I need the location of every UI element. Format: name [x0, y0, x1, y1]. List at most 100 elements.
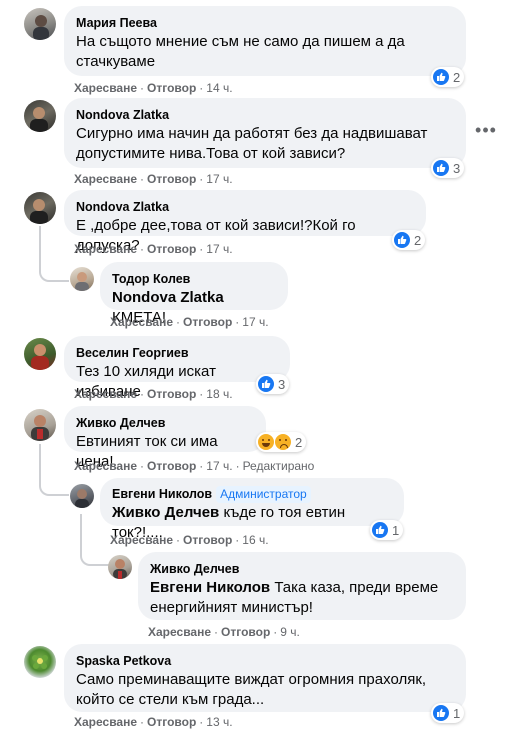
mention-link[interactable]: Nondova Zlatka: [112, 289, 224, 306]
reaction-count: 2: [453, 69, 461, 85]
comment-actions: Харесване · Отговор · 13 ч.: [74, 715, 233, 729]
comment-bubble: Nondova Zlatka Е ,добре дее,това от кой …: [64, 190, 426, 254]
comment-actions: Харесване · Отговор · 17 ч.: [74, 242, 233, 256]
avatar[interactable]: [108, 555, 132, 579]
comment-time[interactable]: 13 ч.: [206, 715, 232, 729]
reply-button[interactable]: Отговор: [147, 459, 196, 473]
avatar[interactable]: [24, 192, 56, 224]
user-photo-icon: [31, 344, 49, 370]
reply-bubble: Живко Делчев Евгени Николов Така каза, п…: [138, 552, 466, 620]
more-options-icon[interactable]: •••: [474, 121, 498, 142]
avatar[interactable]: [24, 338, 56, 370]
thread-connector: [39, 256, 69, 282]
like-button[interactable]: Харесване: [74, 172, 137, 186]
flower-icon: [32, 655, 48, 669]
reaction-summary[interactable]: 2: [392, 230, 426, 250]
haha-icon: [258, 434, 274, 450]
reply-button[interactable]: Отговор: [221, 625, 270, 639]
reply-author[interactable]: Живко Делчев: [150, 561, 239, 577]
comment-bubble: Веселин Георгиев Тез 10 хиляди искат изб…: [64, 336, 290, 400]
like-button[interactable]: Харесване: [110, 533, 173, 547]
comment-actions: Харесване · Отговор · 17 ч. · Редактирано: [74, 459, 315, 473]
reply-button[interactable]: Отговор: [147, 387, 196, 401]
user-photo-icon: [113, 559, 127, 579]
comment-bubble: Живко Делчев Евтиният ток си има цена!: [64, 406, 266, 470]
user-photo-icon: [31, 415, 49, 441]
comment-author[interactable]: Веселин Георгиев: [76, 345, 189, 361]
user-photo-icon: [75, 272, 89, 291]
like-button[interactable]: Харесване: [74, 459, 137, 473]
like-icon: [394, 232, 410, 248]
like-button[interactable]: Харесване: [74, 81, 137, 95]
comment-text: Само преминаващите виждат огромния прахо…: [76, 671, 427, 708]
reaction-summary[interactable]: 3: [431, 158, 465, 178]
mention-link[interactable]: Живко Делчев: [112, 504, 219, 521]
reply-button[interactable]: Отговор: [183, 533, 232, 547]
avatar[interactable]: [24, 646, 56, 678]
thread-line: [39, 444, 41, 474]
reaction-summary[interactable]: 3: [256, 374, 290, 394]
reply-header: Евгени Николов Администратор: [112, 486, 392, 503]
reaction-summary[interactable]: 2: [256, 432, 307, 452]
reaction-count: 2: [295, 434, 303, 450]
reaction-summary[interactable]: 2: [431, 67, 465, 87]
like-button[interactable]: Харесване: [74, 242, 137, 256]
thread-line: [39, 226, 41, 256]
reply-author[interactable]: Тодор Колев: [112, 271, 190, 287]
comment-bubble: Spaska Petkova Само преминаващите виждат…: [64, 644, 466, 712]
avatar[interactable]: [70, 484, 94, 508]
reply-button[interactable]: Отговор: [147, 715, 196, 729]
comment-time[interactable]: 17 ч.: [206, 172, 232, 186]
reaction-summary[interactable]: 1: [370, 520, 404, 540]
reply-button[interactable]: Отговор: [183, 315, 232, 329]
reply-button[interactable]: Отговор: [147, 172, 196, 186]
avatar[interactable]: [24, 100, 56, 132]
reply-actions: Харесване · Отговор · 16 ч.: [110, 533, 269, 547]
comment-actions: Харесване · Отговор · 18 ч.: [74, 387, 233, 401]
comment-author[interactable]: Nondova Zlatka: [76, 199, 169, 215]
avatar[interactable]: [70, 267, 94, 291]
reaction-count: 3: [278, 376, 286, 392]
reaction-summary[interactable]: 1: [431, 703, 465, 723]
like-icon: [258, 376, 274, 392]
comment-author[interactable]: Живко Делчев: [76, 415, 165, 431]
like-icon: [372, 522, 388, 538]
user-photo-icon: [30, 199, 48, 224]
comment-time[interactable]: 17 ч.: [206, 242, 232, 256]
like-button[interactable]: Харесване: [74, 715, 137, 729]
comment-time[interactable]: 9 ч.: [280, 625, 300, 639]
comment-time[interactable]: 16 ч.: [242, 533, 268, 547]
comment-actions: Харесване · Отговор · 14 ч.: [74, 81, 233, 95]
reply-bubble: Евгени Николов Администратор Живко Делчев…: [100, 478, 404, 541]
comment-time[interactable]: 17 ч.: [242, 315, 268, 329]
user-photo-icon: [33, 15, 49, 40]
reply-button[interactable]: Отговор: [147, 81, 196, 95]
comment-author[interactable]: Мария Пеева: [76, 15, 157, 31]
comment-time[interactable]: 18 ч.: [206, 387, 232, 401]
reaction-count: 2: [414, 232, 422, 248]
comment-time[interactable]: 14 ч.: [206, 81, 232, 95]
like-button[interactable]: Харесване: [74, 387, 137, 401]
reply-text-line2: енергийният министър!: [150, 599, 313, 616]
reply-button[interactable]: Отговор: [147, 242, 196, 256]
reply-bubble: Тодор Колев Nondova Zlatka КМЕТА!: [100, 262, 288, 326]
avatar[interactable]: [24, 409, 56, 441]
like-icon: [433, 69, 449, 85]
comment-author[interactable]: Nondova Zlatka: [76, 107, 169, 123]
like-button[interactable]: Харесване: [148, 625, 211, 639]
admin-badge: Администратор: [216, 486, 311, 503]
reply-text-line1: Така каза, преди време: [274, 579, 439, 596]
like-button[interactable]: Харесване: [110, 315, 173, 329]
reply-text: Евгени Николов Така каза, преди време ене…: [150, 578, 454, 618]
comment-bubble: Мария Пеева На същото мнение съм не само…: [64, 6, 466, 76]
edited-label[interactable]: Редактирано: [243, 459, 315, 473]
reply-author[interactable]: Евгени Николов: [112, 486, 212, 502]
comment-author[interactable]: Spaska Petkova: [76, 653, 171, 669]
thread-connector: [39, 474, 69, 496]
mention-link[interactable]: Евгени Николов: [150, 579, 270, 596]
comment-time[interactable]: 17 ч.: [206, 459, 232, 473]
avatar[interactable]: [24, 8, 56, 40]
comment-bubble: Nondova Zlatka Сигурно има начин да рабо…: [64, 98, 466, 168]
reply-actions: Харесване · Отговор · 9 ч.: [148, 625, 300, 639]
reaction-count: 1: [392, 522, 400, 538]
